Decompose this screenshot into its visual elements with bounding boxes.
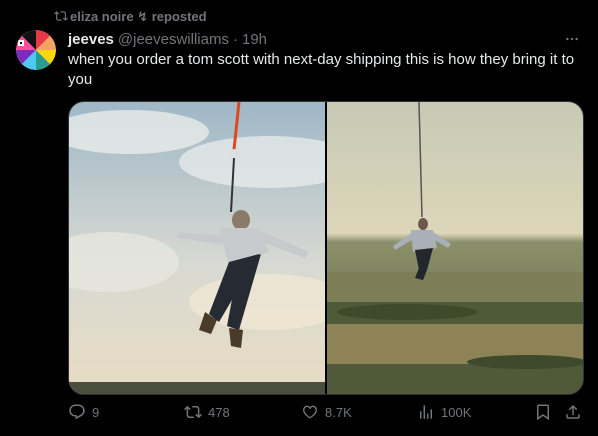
tweet-actions: 9 478 8.7K 100K — [68, 400, 586, 424]
share-button[interactable] — [564, 400, 582, 424]
tweet-text: when you order a tom scott with next-day… — [68, 51, 575, 88]
bookmark-button[interactable] — [534, 400, 552, 424]
bookmark-icon — [537, 404, 549, 421]
repost-context[interactable]: eliza noire ↯ reposted — [36, 8, 207, 26]
heart-icon — [302, 405, 318, 419]
repost-label: eliza noire ↯ reposted — [70, 9, 207, 24]
avatar[interactable] — [16, 30, 56, 70]
separator-dot: · — [232, 30, 238, 48]
more-options-icon[interactable] — [564, 32, 580, 46]
repost-icon — [184, 405, 202, 419]
like-button[interactable]: 8.7K — [301, 400, 352, 424]
handle[interactable]: @jeeveswilliams — [118, 31, 229, 48]
views-button[interactable]: 100K — [417, 400, 471, 424]
repost-button[interactable]: 478 — [184, 400, 230, 424]
media-grid — [68, 101, 584, 395]
repost-icon — [54, 11, 68, 21]
media-photo-left[interactable] — [69, 102, 325, 394]
reply-icon — [69, 404, 85, 420]
reply-button[interactable]: 9 — [68, 400, 99, 424]
share-icon — [566, 404, 580, 419]
views-icon — [420, 405, 432, 419]
views-count: 100K — [441, 404, 472, 420]
display-name[interactable]: jeeves — [68, 31, 114, 48]
media-photo-right[interactable] — [327, 102, 583, 394]
like-count: 8.7K — [325, 404, 352, 420]
avatar-image — [16, 30, 56, 70]
reply-count: 9 — [92, 404, 100, 420]
tweet-header: jeeves @jeeveswilliams · 19h — [68, 30, 584, 48]
repost-count: 478 — [208, 404, 230, 420]
timestamp[interactable]: 19h — [242, 31, 267, 48]
